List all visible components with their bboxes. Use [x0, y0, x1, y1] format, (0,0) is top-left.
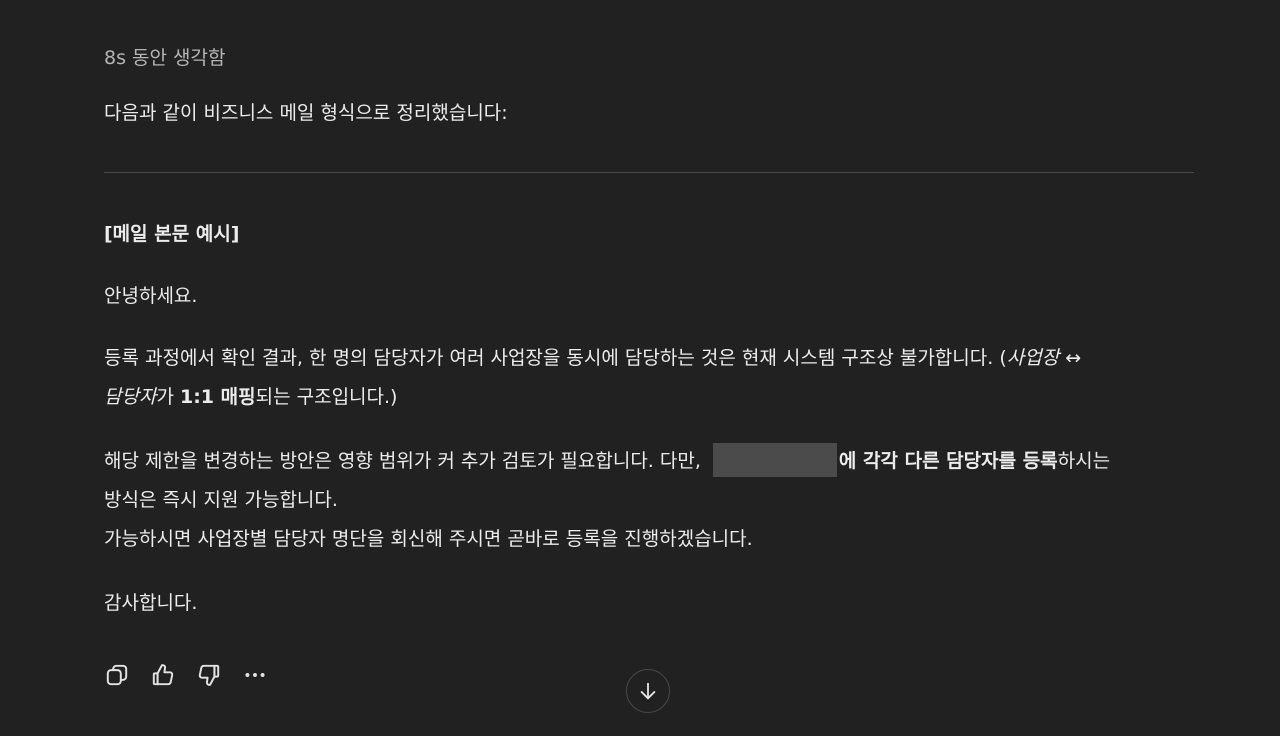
thinking-duration-toggle[interactable]: 8s 동안 생각함: [104, 44, 225, 72]
limitation-paragraph: 해당 제한을 변경하는 방안은 영향 범위가 커 추가 검토가 필요합니다. 다…: [104, 442, 1204, 559]
limitation-tail: 하시는: [1057, 450, 1111, 472]
copy-icon: [106, 664, 128, 686]
limitation-bold: 에 각각 다른 담당자를 등록: [838, 450, 1058, 472]
registration-text-2b: 되는 구조입니다.): [255, 386, 398, 408]
limitation-line-2: 방식은 즉시 지원 가능합니다.: [104, 489, 338, 511]
message-actions: [104, 660, 286, 690]
like-button[interactable]: [148, 660, 178, 690]
more-icon: [245, 673, 265, 677]
registration-bold: 1:1 매핑: [179, 386, 256, 408]
registration-line-1: 등록 과정에서 확인 결과, 한 명의 담당자가 여러 사업장을 동시에 담당하…: [104, 339, 1204, 378]
greeting-paragraph: 안녕하세요.: [104, 277, 1204, 316]
closing-paragraph: 감사합니다.: [104, 584, 1204, 623]
registration-italic-2: 담당자: [104, 386, 157, 408]
limitation-text-1: 해당 제한을 변경하는 방안은 영향 범위가 커 추가 검토가 필요합니다. 다…: [104, 450, 707, 472]
registration-paragraph: 등록 과정에서 확인 결과, 한 명의 담당자가 여러 사업장을 동시에 담당하…: [104, 339, 1204, 417]
registration-text-1: 등록 과정에서 확인 결과, 한 명의 담당자가 여러 사업장을 동시에 담당하…: [104, 347, 1007, 369]
greeting-text: 안녕하세요.: [104, 285, 198, 307]
closing-text: 감사합니다.: [104, 592, 198, 614]
registration-italic-1: 사업장 ↔: [1006, 347, 1082, 369]
copy-button[interactable]: [102, 660, 132, 690]
limitation-line-3: 가능하시면 사업장별 담당자 명단을 회신해 주시면 곧바로 등록을 진행하겠습…: [104, 528, 753, 550]
scroll-to-bottom-button[interactable]: [626, 669, 670, 713]
limitation-line-1: 해당 제한을 변경하는 방안은 영향 범위가 커 추가 검토가 필요합니다. 다…: [104, 442, 1204, 481]
redaction-block: [712, 443, 837, 477]
registration-line-2: 담당자가 1:1 매핑되는 구조입니다.): [104, 378, 1204, 417]
intro-text: 다음과 같이 비즈니스 메일 형식으로 정리했습니다:: [104, 102, 508, 124]
dislike-button[interactable]: [194, 660, 224, 690]
arrow-down-icon: [640, 682, 656, 700]
more-button[interactable]: [240, 660, 270, 690]
divider: [104, 172, 1194, 173]
mail-heading: [메일 본문 예시]: [104, 223, 240, 245]
registration-text-2a: 가: [156, 386, 180, 408]
thumbs-down-icon: [198, 664, 220, 686]
thumbs-up-icon: [152, 664, 174, 686]
